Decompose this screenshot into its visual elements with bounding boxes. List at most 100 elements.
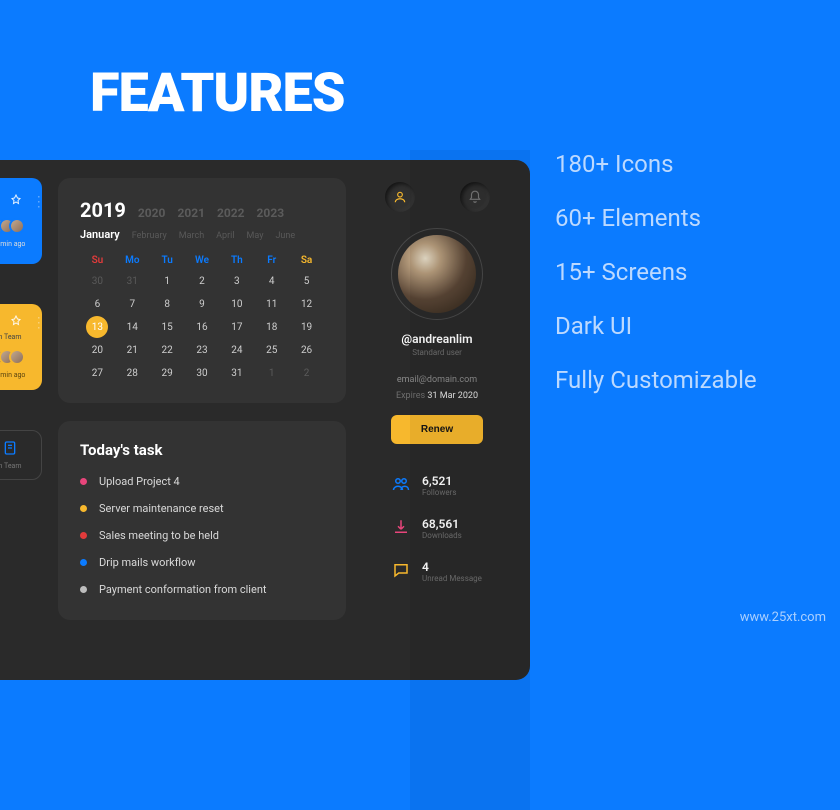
calendar-panel: 2019 2020 2021 2022 2023 January Februar… (58, 178, 346, 403)
profile-sidebar: @andreanlim Standard user email@domain.c… (362, 178, 512, 680)
chip-card[interactable]: n Team (0, 430, 42, 480)
year-option[interactable]: 2020 (138, 206, 166, 220)
calendar-day[interactable]: 9 (185, 299, 220, 310)
dow-cell: Fr (254, 255, 289, 266)
dow-cell: Th (219, 255, 254, 266)
calendar-day[interactable]: 29 (150, 368, 185, 379)
stat-followers[interactable]: 6,521 Followers (392, 474, 512, 497)
calendar-day[interactable]: 7 (115, 299, 150, 310)
stat-value: 6,521 (422, 474, 456, 488)
task-dot-icon (80, 505, 87, 512)
year-option[interactable]: 2021 (177, 206, 205, 220)
calendar-day[interactable]: 18 (254, 322, 289, 333)
calendar-day[interactable]: 22 (150, 345, 185, 356)
month-selector[interactable]: January February March April May June (80, 228, 324, 241)
calendar-day[interactable]: 20 (80, 345, 115, 356)
feature-item: Fully Customizable (555, 366, 757, 394)
task-text: Payment conformation from client (99, 583, 267, 596)
calendar-day[interactable]: 24 (219, 345, 254, 356)
chip-time: 1 min ago (0, 371, 25, 379)
month-option[interactable]: April (216, 231, 234, 241)
task-text: Upload Project 4 (99, 475, 180, 488)
task-text: Drip mails workflow (99, 556, 196, 569)
profile-handle: @andreanlim (401, 332, 472, 346)
bell-icon-button[interactable] (460, 182, 490, 212)
calendar-day[interactable]: 1 (254, 368, 289, 379)
calendar-day[interactable]: 28 (115, 368, 150, 379)
downloads-icon (392, 518, 410, 540)
messages-icon (392, 561, 410, 583)
pin-icon (10, 315, 22, 331)
task-item[interactable]: Sales meeting to be held (80, 529, 324, 542)
calendar-day[interactable]: 17 (219, 322, 254, 333)
task-list: Upload Project 4 Server maintenance reset… (80, 475, 324, 596)
calendar-day[interactable]: 11 (254, 299, 289, 310)
hero-title: FEATURES (90, 62, 345, 125)
profile-expire: Expires 31 Mar 2020 (396, 391, 478, 401)
calendar-day[interactable]: 31 (115, 276, 150, 287)
calendar-day[interactable]: 3 (219, 276, 254, 287)
dow-cell: Su (80, 255, 115, 266)
calendar-day[interactable]: 25 (254, 345, 289, 356)
chip-card[interactable]: | ⋮ 1 min ago (0, 178, 42, 264)
calendar-day[interactable]: 6 (80, 299, 115, 310)
stat-value: 68,561 (422, 517, 462, 531)
month-option[interactable]: February (132, 231, 167, 241)
chip-time: 1 min ago (0, 240, 25, 248)
calendar-day[interactable]: 5 (289, 276, 324, 287)
chip-team: n Team (0, 333, 21, 341)
dow-cell: Sa (289, 255, 324, 266)
calendar-day[interactable]: 23 (185, 345, 220, 356)
task-item[interactable]: Server maintenance reset (80, 502, 324, 515)
stat-label: Followers (422, 488, 456, 497)
chip-team: n Team (0, 462, 21, 470)
task-item[interactable]: Upload Project 4 (80, 475, 324, 488)
avatar[interactable] (391, 228, 483, 320)
renew-button[interactable]: Renew (391, 415, 483, 444)
feature-item: Dark UI (555, 312, 757, 340)
year-active[interactable]: 2019 (80, 198, 126, 222)
calendar-day[interactable]: 30 (185, 368, 220, 379)
calendar-day[interactable]: 10 (219, 299, 254, 310)
calendar-day[interactable]: 12 (289, 299, 324, 310)
calendar-day[interactable]: 19 (289, 322, 324, 333)
task-item[interactable]: Drip mails workflow (80, 556, 324, 569)
dashboard-window: | ⋮ 1 min ago | ⋮ n Team (0, 160, 530, 680)
task-dot-icon (80, 586, 87, 593)
year-option[interactable]: 2022 (217, 206, 245, 220)
tasks-panel: Today's task Upload Project 4Server main… (58, 421, 346, 620)
calendar-day[interactable]: 16 (185, 322, 220, 333)
year-option[interactable]: 2023 (257, 206, 285, 220)
stat-downloads[interactable]: 68,561 Downloads (392, 517, 512, 540)
calendar-day[interactable]: 13 (86, 316, 108, 338)
month-option[interactable]: June (275, 231, 295, 241)
calendar-day[interactable]: 21 (115, 345, 150, 356)
stat-label: Unread Message (422, 574, 482, 583)
calendar-day[interactable]: 30 (80, 276, 115, 287)
task-dot-icon (80, 559, 87, 566)
month-option[interactable]: March (179, 231, 204, 241)
month-active[interactable]: January (80, 228, 120, 241)
task-text: Server maintenance reset (99, 502, 224, 515)
calendar-day[interactable]: 14 (115, 322, 150, 333)
calendar-day[interactable]: 8 (150, 299, 185, 310)
calendar-day[interactable]: 26 (289, 345, 324, 356)
calendar-day[interactable]: 31 (219, 368, 254, 379)
year-selector[interactable]: 2019 2020 2021 2022 2023 (80, 198, 324, 222)
calendar-day[interactable]: 2 (289, 368, 324, 379)
profile-stats: 6,521 Followers 68,561 Downloads 4 (362, 474, 512, 583)
stat-messages[interactable]: 4 Unread Message (392, 560, 512, 583)
calendar-day[interactable]: 1 (150, 276, 185, 287)
task-text: Sales meeting to be held (99, 529, 219, 542)
calendar-day[interactable]: 4 (254, 276, 289, 287)
user-icon-button[interactable] (385, 182, 415, 212)
chips-column: | ⋮ 1 min ago | ⋮ n Team (0, 178, 42, 680)
chip-card[interactable]: | ⋮ n Team 1 min ago (0, 304, 42, 390)
profile-email: email@domain.com (397, 375, 477, 385)
month-option[interactable]: May (247, 231, 264, 241)
calendar-day[interactable]: 15 (150, 322, 185, 333)
calendar-day[interactable]: 27 (80, 368, 115, 379)
profile-plan: Standard user (412, 348, 462, 357)
calendar-day[interactable]: 2 (185, 276, 220, 287)
task-item[interactable]: Payment conformation from client (80, 583, 324, 596)
